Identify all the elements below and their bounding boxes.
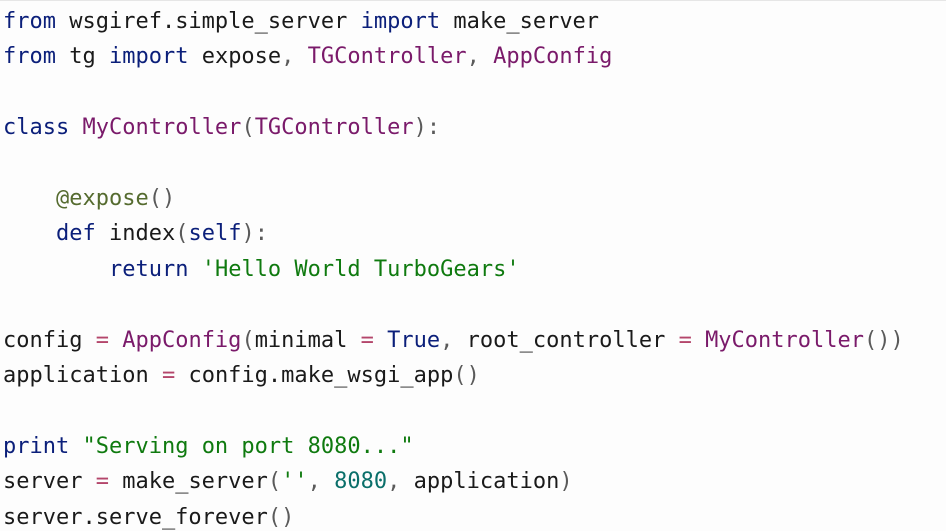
code-line: @expose() bbox=[3, 182, 175, 216]
code-line: return 'Hello World TurboGears' bbox=[3, 253, 520, 287]
code-token: return bbox=[108, 256, 189, 282]
code-token: import bbox=[108, 44, 189, 70]
code-token: tg bbox=[55, 44, 109, 70]
code-token: = bbox=[360, 327, 374, 353]
code-token: MyController bbox=[82, 115, 242, 141]
code-token: , bbox=[440, 327, 467, 353]
code-token: '' bbox=[281, 469, 308, 495]
code-token: = bbox=[678, 327, 692, 353]
code-block: from wsgiref.simple_server import make_s… bbox=[0, 0, 946, 531]
code-token: application bbox=[3, 363, 162, 388]
code-token: () bbox=[148, 186, 176, 211]
code-token: ()) bbox=[864, 327, 904, 353]
code-token: ( bbox=[241, 115, 255, 141]
code-token: ) bbox=[559, 469, 573, 495]
code-token: 8080 bbox=[334, 469, 388, 495]
code-token: MyController bbox=[705, 327, 865, 353]
code-line: server = make_server('', 8080, applicati… bbox=[3, 465, 573, 499]
code-line: application = config.make_wsgi_app() bbox=[3, 359, 480, 393]
code-token: def bbox=[55, 221, 96, 247]
code-token: root_controller bbox=[466, 327, 679, 353]
code-token: print bbox=[3, 433, 70, 459]
code-token: ): bbox=[413, 115, 441, 141]
code-token: ( bbox=[175, 221, 189, 247]
code-token: () bbox=[453, 363, 480, 388]
code-token: from bbox=[3, 9, 56, 34]
code-token: from bbox=[3, 44, 56, 70]
code-line: config = AppConfig(minimal = True, root_… bbox=[3, 324, 904, 358]
code-token: True bbox=[387, 327, 441, 353]
code-token: config bbox=[3, 327, 96, 353]
code-line: print "Serving on port 8080..." bbox=[3, 430, 414, 464]
code-line: def index(self): bbox=[3, 217, 268, 251]
code-token: config.make_wsgi_app bbox=[175, 363, 454, 388]
code-token: server.serve_forever bbox=[3, 504, 268, 530]
code-token: TGController bbox=[254, 115, 414, 141]
code-token: "Serving on port 8080..." bbox=[82, 433, 414, 459]
code-token: index bbox=[95, 221, 176, 247]
code-token: wsgiref.simple_server bbox=[55, 9, 361, 34]
code-token: make_server bbox=[440, 9, 600, 34]
code-token: , bbox=[281, 44, 308, 70]
code-token: minimal bbox=[254, 327, 361, 353]
code-token: ( bbox=[267, 469, 282, 495]
code-token: import bbox=[360, 9, 441, 34]
code-line: class MyController(TGController): bbox=[3, 111, 440, 145]
code-token: = bbox=[95, 327, 109, 353]
code-token: () bbox=[267, 504, 295, 530]
code-token: class bbox=[3, 115, 70, 141]
code-line: from tg import expose, TGController, App… bbox=[3, 40, 612, 74]
code-token: TGController bbox=[307, 44, 467, 70]
code-token: ): bbox=[241, 221, 268, 247]
code-token: , bbox=[466, 44, 494, 70]
code-line: from wsgiref.simple_server import make_s… bbox=[3, 5, 599, 39]
code-token: AppConfig bbox=[493, 44, 613, 70]
code-token: expose bbox=[188, 44, 282, 70]
code-token: = bbox=[95, 469, 109, 495]
code-token: ( bbox=[241, 327, 255, 353]
code-token: = bbox=[161, 363, 176, 388]
code-token: @expose bbox=[55, 186, 149, 211]
code-token: AppConfig bbox=[122, 327, 242, 353]
code-token: , bbox=[307, 469, 335, 495]
code-line: server.serve_forever() bbox=[3, 501, 294, 531]
code-token: 'Hello World TurboGears' bbox=[201, 256, 520, 282]
code-token: self bbox=[188, 221, 242, 247]
code-token: , bbox=[387, 469, 414, 495]
code-token: server bbox=[3, 469, 96, 495]
code-token: make_server bbox=[108, 469, 268, 495]
code-token: application bbox=[413, 469, 560, 495]
